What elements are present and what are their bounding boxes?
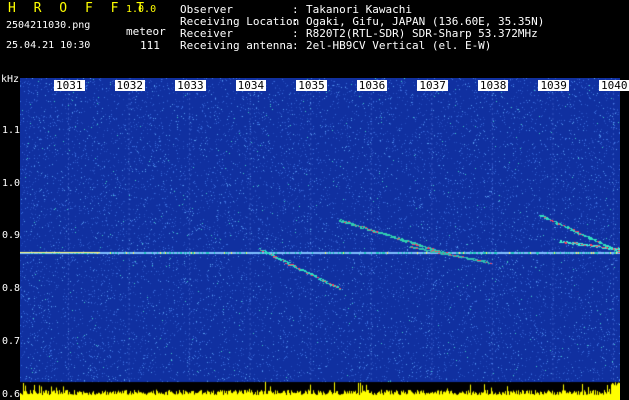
y-axis-unit: kHz <box>1 74 20 85</box>
y-tick-label: 1.0 <box>2 177 21 189</box>
y-tick-label: 0.8 <box>2 283 21 295</box>
info-colon: : <box>292 39 299 52</box>
info-header: H R O F F T 1.0.0 2504211030.png meteor … <box>0 0 629 76</box>
x-tick-label: 1036 <box>356 79 388 92</box>
x-tick-label: 1039 <box>538 79 569 92</box>
x-tick-label: 1031 <box>54 79 85 92</box>
meteor-count-label: meteor <box>126 25 166 38</box>
info-value-antenna: 2el-HB9CV Vertical (el. E-W) <box>306 39 492 52</box>
y-tick-label: 0.9 <box>2 230 21 242</box>
capture-datetime: 25.04.21 10:30 <box>6 40 91 51</box>
meteor-count: 111 <box>140 39 160 52</box>
y-tick-label: 0.7 <box>2 335 21 347</box>
app-version: 1.0.0 <box>126 4 157 15</box>
x-tick-label: 1034 <box>235 79 267 92</box>
spectrogram-plot <box>20 78 620 400</box>
x-tick-label: 1037 <box>417 79 448 92</box>
x-tick-label: 1040 <box>599 79 629 92</box>
info-key-antenna: Receiving antenna <box>180 39 293 52</box>
x-tick-label: 1038 <box>477 79 509 92</box>
x-tick-label: 1033 <box>175 79 206 92</box>
y-tick-label: 0.6 <box>2 388 21 400</box>
y-tick-label: 1.1 <box>2 124 21 136</box>
file-name: 2504211030.png <box>6 20 91 31</box>
x-tick-label: 1032 <box>114 79 146 92</box>
x-tick-label: 1035 <box>296 79 327 92</box>
